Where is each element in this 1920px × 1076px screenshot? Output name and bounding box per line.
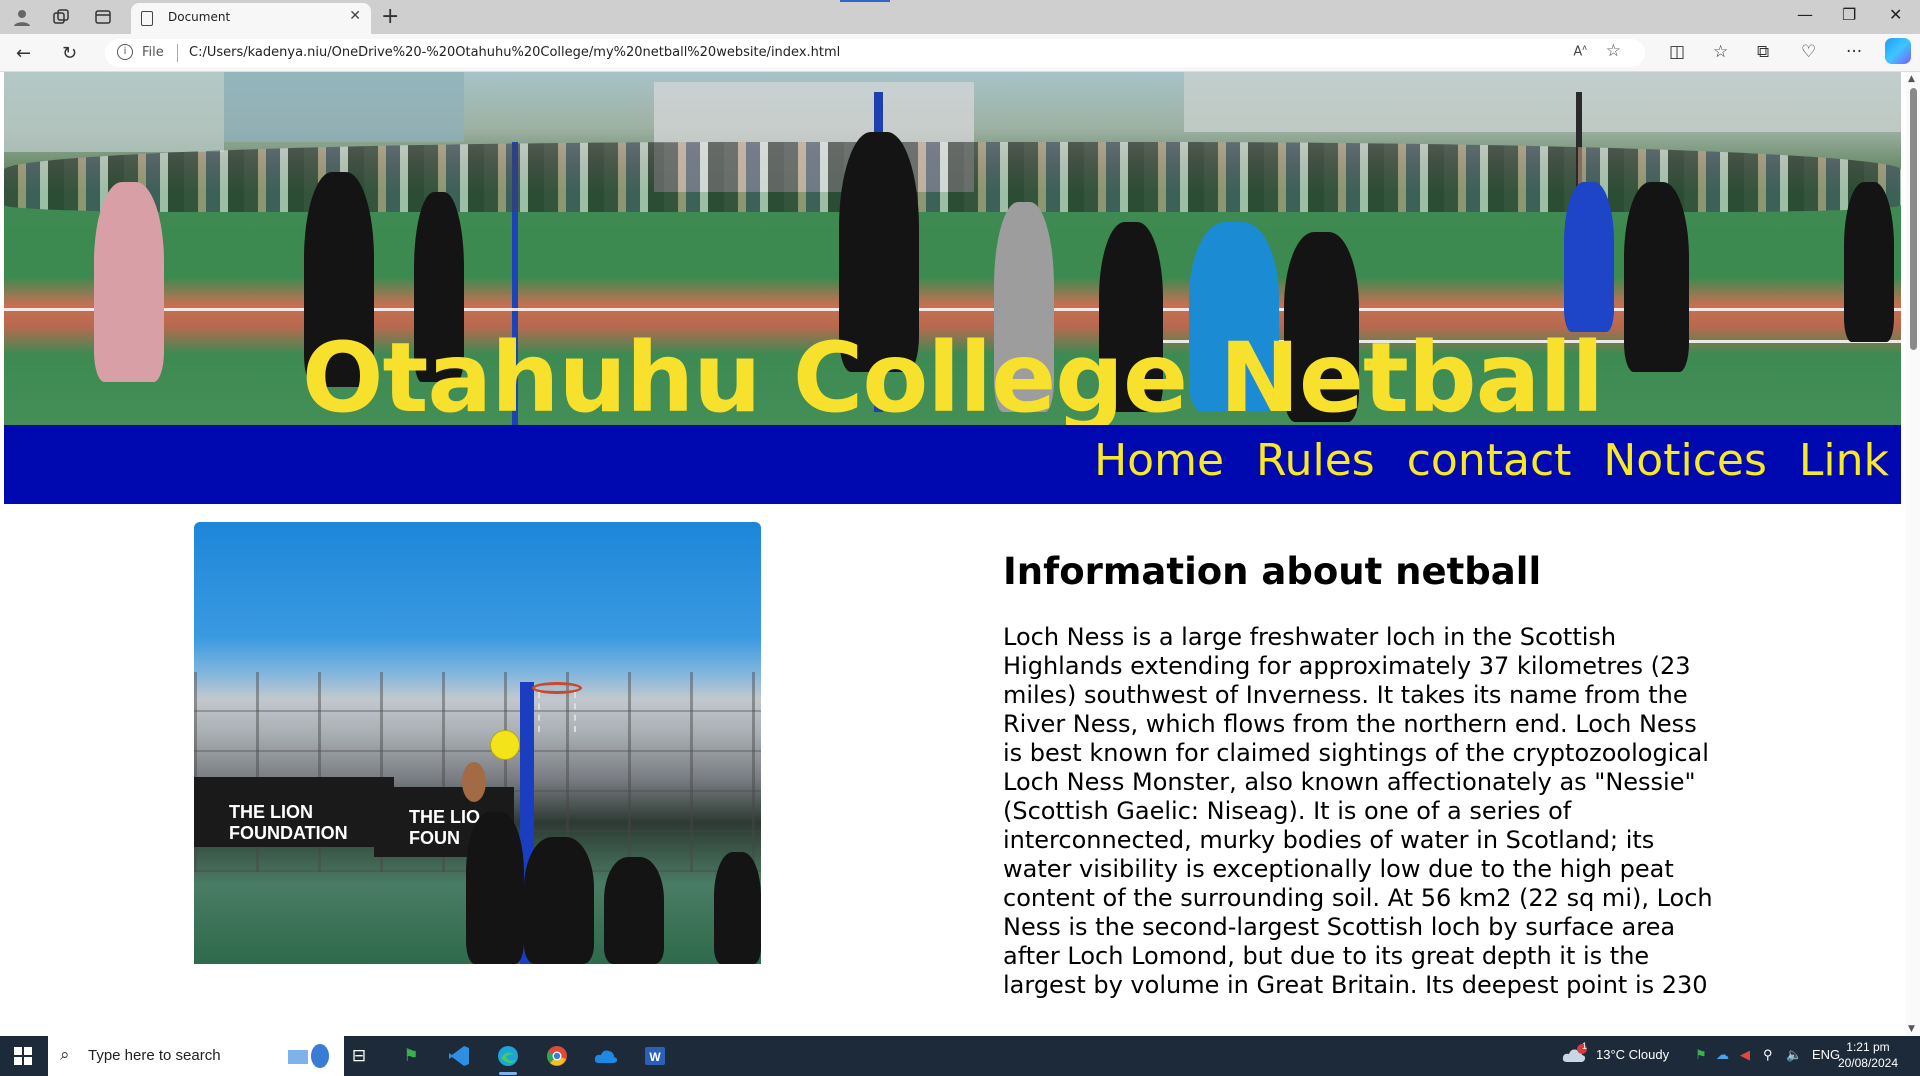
background-trees — [1184, 72, 1901, 132]
favorites-icon[interactable]: ☆ — [1713, 42, 1728, 62]
taskbar-clock[interactable]: 1:21 pm 20/08/2024 — [1838, 1039, 1898, 1071]
edge-icon[interactable] — [494, 1042, 522, 1070]
building-mid — [224, 72, 464, 142]
tab-bar: Document ✕ + — ❐ ✕ — [0, 0, 1920, 34]
app-green-icon[interactable]: ⚑ — [397, 1042, 425, 1070]
page-viewport: Otahuhu College Netball Home Rules conta… — [0, 72, 1920, 1036]
spectator-crowd — [4, 142, 1901, 212]
tab-strip-indicator — [840, 0, 890, 2]
info-paragraph: Loch Ness is a large freshwater loch in … — [1003, 623, 1713, 999]
vscode-icon[interactable] — [445, 1042, 473, 1070]
tab-title: Document — [168, 10, 231, 24]
taskbar-search[interactable]: ⌕ Type here to search — [48, 1036, 344, 1076]
task-view-icon[interactable]: ⊟ — [345, 1042, 373, 1070]
photo-player-1 — [466, 812, 524, 964]
site-nav: Home Rules contact Notices Link — [4, 425, 1901, 504]
restore-button[interactable]: ❐ — [1842, 5, 1856, 24]
search-placeholder: Type here to search — [88, 1047, 221, 1064]
info-section: Information about netball Loch Ness is a… — [1003, 550, 1723, 1000]
page-scrollbar[interactable]: ▲ ▼ — [1906, 72, 1920, 1036]
player-blue-far — [1564, 182, 1614, 332]
tab-document[interactable]: Document ✕ — [131, 3, 371, 34]
building-left — [4, 72, 224, 152]
scroll-up-arrow-icon[interactable]: ▲ — [1908, 74, 1915, 84]
player-arm — [462, 762, 486, 802]
info-heading: Information about netball — [1003, 550, 1542, 593]
search-icon: ⌕ — [60, 1045, 70, 1065]
site-title: Otahuhu College Netball — [301, 322, 1604, 425]
document-icon — [141, 11, 153, 26]
address-bar[interactable]: i File C:/Users/kadenya.niu/OneDrive%20-… — [105, 39, 1645, 67]
scroll-thumb[interactable] — [1910, 88, 1917, 350]
windows-start-icon[interactable] — [14, 1047, 32, 1065]
netball-ball — [490, 730, 520, 760]
new-tab-button[interactable]: + — [381, 4, 399, 29]
netball-hoop-net — [538, 692, 576, 732]
nav-link-link[interactable]: Link — [1799, 435, 1889, 486]
photo-player-2 — [524, 837, 594, 964]
clock-date: 20/08/2024 — [1837, 1056, 1898, 1070]
split-screen-icon[interactable]: ◫ — [1669, 42, 1685, 62]
favorite-star-icon[interactable]: ☆ — [1606, 41, 1621, 61]
language-indicator[interactable]: ENG — [1812, 1047, 1840, 1062]
sponsor-banner-1: THE LION FOUNDATION — [194, 777, 394, 847]
tab-actions-icon[interactable] — [92, 6, 114, 28]
windows-taskbar: ⌕ Type here to search ⊟ ⚑ W 1 13°C Cloud… — [0, 1036, 1920, 1076]
chrome-icon[interactable] — [543, 1042, 571, 1070]
onedrive-icon[interactable] — [592, 1042, 620, 1070]
nav-links: Home Rules contact Notices Link — [1094, 435, 1889, 486]
close-window-button[interactable]: ✕ — [1889, 5, 1902, 24]
tray-alert-icon[interactable]: ◀ — [1740, 1047, 1750, 1063]
spectator-far-right — [1844, 182, 1894, 342]
address-separator — [177, 44, 178, 62]
url-text[interactable]: C:/Users/kadenya.niu/OneDrive%20-%20Otah… — [189, 45, 840, 60]
close-tab-icon[interactable]: ✕ — [349, 8, 361, 24]
tray-app-icon[interactable]: ⚑ — [1695, 1047, 1707, 1063]
nav-link-rules[interactable]: Rules — [1256, 435, 1375, 486]
collections-icon[interactable]: ⧉ — [1757, 42, 1769, 62]
weather-badge: 1 — [1582, 1041, 1588, 1051]
nav-link-notices[interactable]: Notices — [1603, 435, 1767, 486]
edge-active-indicator — [499, 1072, 517, 1075]
network-icon[interactable]: ⚲ — [1763, 1047, 1773, 1063]
copilot-icon[interactable] — [1885, 38, 1911, 64]
clock-time: 1:21 pm — [1846, 1040, 1890, 1054]
nav-link-contact[interactable]: contact — [1407, 435, 1572, 486]
profile-icon[interactable] — [11, 6, 33, 28]
netball-photo: THE LION FOUNDATION THE LIO FOUN — [194, 522, 761, 964]
hero-banner: Otahuhu College Netball — [4, 72, 1901, 425]
minimize-button[interactable]: — — [1797, 5, 1813, 24]
browser-essentials-icon[interactable]: ♡ — [1801, 42, 1816, 62]
address-prefix: File — [142, 45, 164, 60]
refresh-button[interactable]: ↻ — [62, 43, 77, 64]
photo-player-4 — [714, 852, 761, 964]
info-icon[interactable]: i — [117, 44, 133, 60]
search-highlight-icon[interactable] — [286, 1042, 332, 1070]
settings-more-icon[interactable]: ··· — [1846, 42, 1862, 62]
word-icon[interactable]: W — [641, 1042, 669, 1070]
svg-text:W: W — [649, 1050, 661, 1064]
weather-text[interactable]: 13°C Cloudy — [1596, 1047, 1669, 1062]
court-line-1 — [4, 308, 1901, 311]
nav-link-home[interactable]: Home — [1094, 435, 1224, 486]
scroll-down-arrow-icon[interactable]: ▼ — [1908, 1024, 1915, 1034]
photo-player-3 — [604, 857, 664, 964]
sponsor-banner-1-text: THE LION FOUNDATION — [229, 802, 348, 843]
tray-onedrive-icon[interactable]: ☁ — [1716, 1047, 1729, 1063]
back-button[interactable]: ← — [16, 43, 31, 64]
read-aloud-icon[interactable]: Aʌ — [1573, 43, 1587, 59]
address-toolbar: ← ↻ i File C:/Users/kadenya.niu/OneDrive… — [0, 34, 1920, 72]
workspaces-icon[interactable] — [50, 6, 72, 28]
volume-icon[interactable]: 🔈 — [1786, 1047, 1802, 1063]
